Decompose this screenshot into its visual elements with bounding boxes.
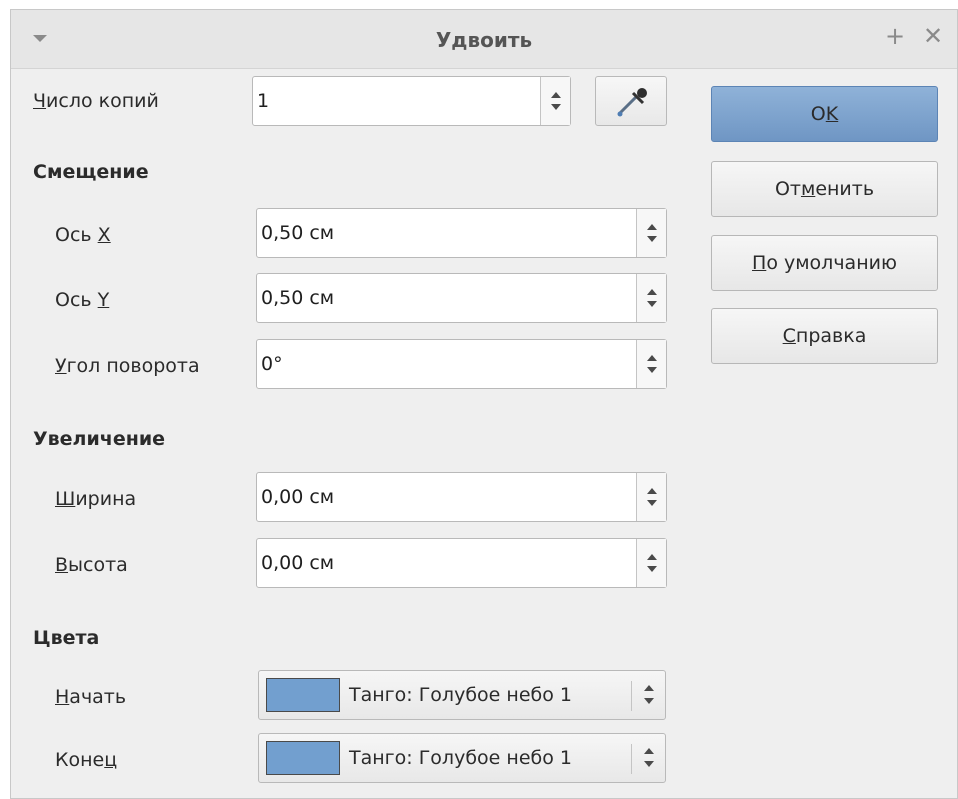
end-color-label: Конец [55, 749, 118, 771]
offset-y-spinbox[interactable]: 0,50 см [256, 273, 667, 323]
end-color-dropdown[interactable]: Танго: Голубое небо 1 [258, 733, 666, 783]
offset-x-value: 0,50 см [261, 222, 335, 244]
spin-up-icon[interactable] [647, 289, 657, 295]
ok-button[interactable]: OK [711, 86, 938, 142]
copies-spinbox[interactable]: 1 [252, 76, 571, 126]
height-label: Высота [55, 554, 128, 576]
start-color-swatch [266, 678, 340, 712]
spin-up-icon[interactable] [647, 554, 657, 560]
spin-down-icon[interactable] [647, 367, 657, 373]
offset-y-label: Ось Y [55, 289, 110, 311]
offset-x-label: Ось X [55, 224, 111, 246]
default-button[interactable]: По умолчанию [711, 235, 938, 291]
width-spin-buttons[interactable] [636, 473, 666, 521]
values-from-selection-button[interactable] [595, 76, 667, 126]
dropdown-separator [631, 681, 632, 711]
spin-down-icon[interactable] [647, 500, 657, 506]
start-color-dropdown[interactable]: Танго: Голубое небо 1 [258, 670, 666, 720]
dropdown-arrows-icon[interactable] [635, 671, 665, 719]
spin-up-icon[interactable] [551, 92, 561, 98]
height-spin-buttons[interactable] [636, 539, 666, 587]
copies-label: Число копий [33, 90, 159, 112]
offset-heading: Смещение [33, 161, 149, 183]
colors-heading: Цвета [33, 627, 100, 649]
arrow-down-icon [644, 761, 654, 767]
width-label: Ширина [55, 488, 137, 510]
title-bar: Удвоить + ✕ [11, 10, 957, 69]
spin-up-icon[interactable] [647, 224, 657, 230]
close-icon[interactable]: ✕ [919, 22, 947, 50]
height-value: 0,00 см [261, 552, 335, 574]
spin-down-icon[interactable] [647, 566, 657, 572]
enlargement-heading: Увеличение [33, 428, 166, 450]
spin-up-icon[interactable] [647, 355, 657, 361]
angle-value: 0° [261, 353, 283, 375]
eyedropper-icon [617, 88, 647, 117]
spin-down-icon[interactable] [647, 301, 657, 307]
start-color-value: Танго: Голубое небо 1 [349, 684, 572, 706]
width-value: 0,00 см [261, 486, 335, 508]
help-button[interactable]: Справка [711, 308, 938, 364]
width-spinbox[interactable]: 0,00 см [256, 472, 667, 522]
offset-x-spinbox[interactable]: 0,50 см [256, 208, 667, 258]
end-color-value: Танго: Голубое небо 1 [349, 747, 572, 769]
spin-down-icon[interactable] [647, 236, 657, 242]
start-color-label: Начать [55, 686, 127, 708]
angle-spinbox[interactable]: 0° [256, 339, 667, 389]
copies-spin-buttons[interactable] [540, 77, 570, 125]
angle-label: Угол поворота [55, 355, 200, 377]
offset-x-spin-buttons[interactable] [636, 209, 666, 257]
pin-icon[interactable]: + [881, 22, 909, 50]
window-title: Удвоить [435, 28, 533, 52]
arrow-up-icon [644, 748, 654, 754]
angle-spin-buttons[interactable] [636, 340, 666, 388]
duplicate-dialog: Удвоить + ✕ Число копий 1 Смещение Ось X… [10, 9, 958, 799]
cancel-button[interactable]: Отменить [711, 161, 938, 217]
arrow-down-icon [644, 698, 654, 704]
arrow-up-icon [644, 685, 654, 691]
dropdown-separator [631, 744, 632, 774]
spin-up-icon[interactable] [647, 488, 657, 494]
offset-y-value: 0,50 см [261, 287, 335, 309]
spin-down-icon[interactable] [551, 104, 561, 110]
height-spinbox[interactable]: 0,00 см [256, 538, 667, 588]
offset-y-spin-buttons[interactable] [636, 274, 666, 322]
copies-value: 1 [257, 90, 270, 112]
dropdown-arrows-icon[interactable] [635, 734, 665, 782]
end-color-swatch [266, 741, 340, 775]
